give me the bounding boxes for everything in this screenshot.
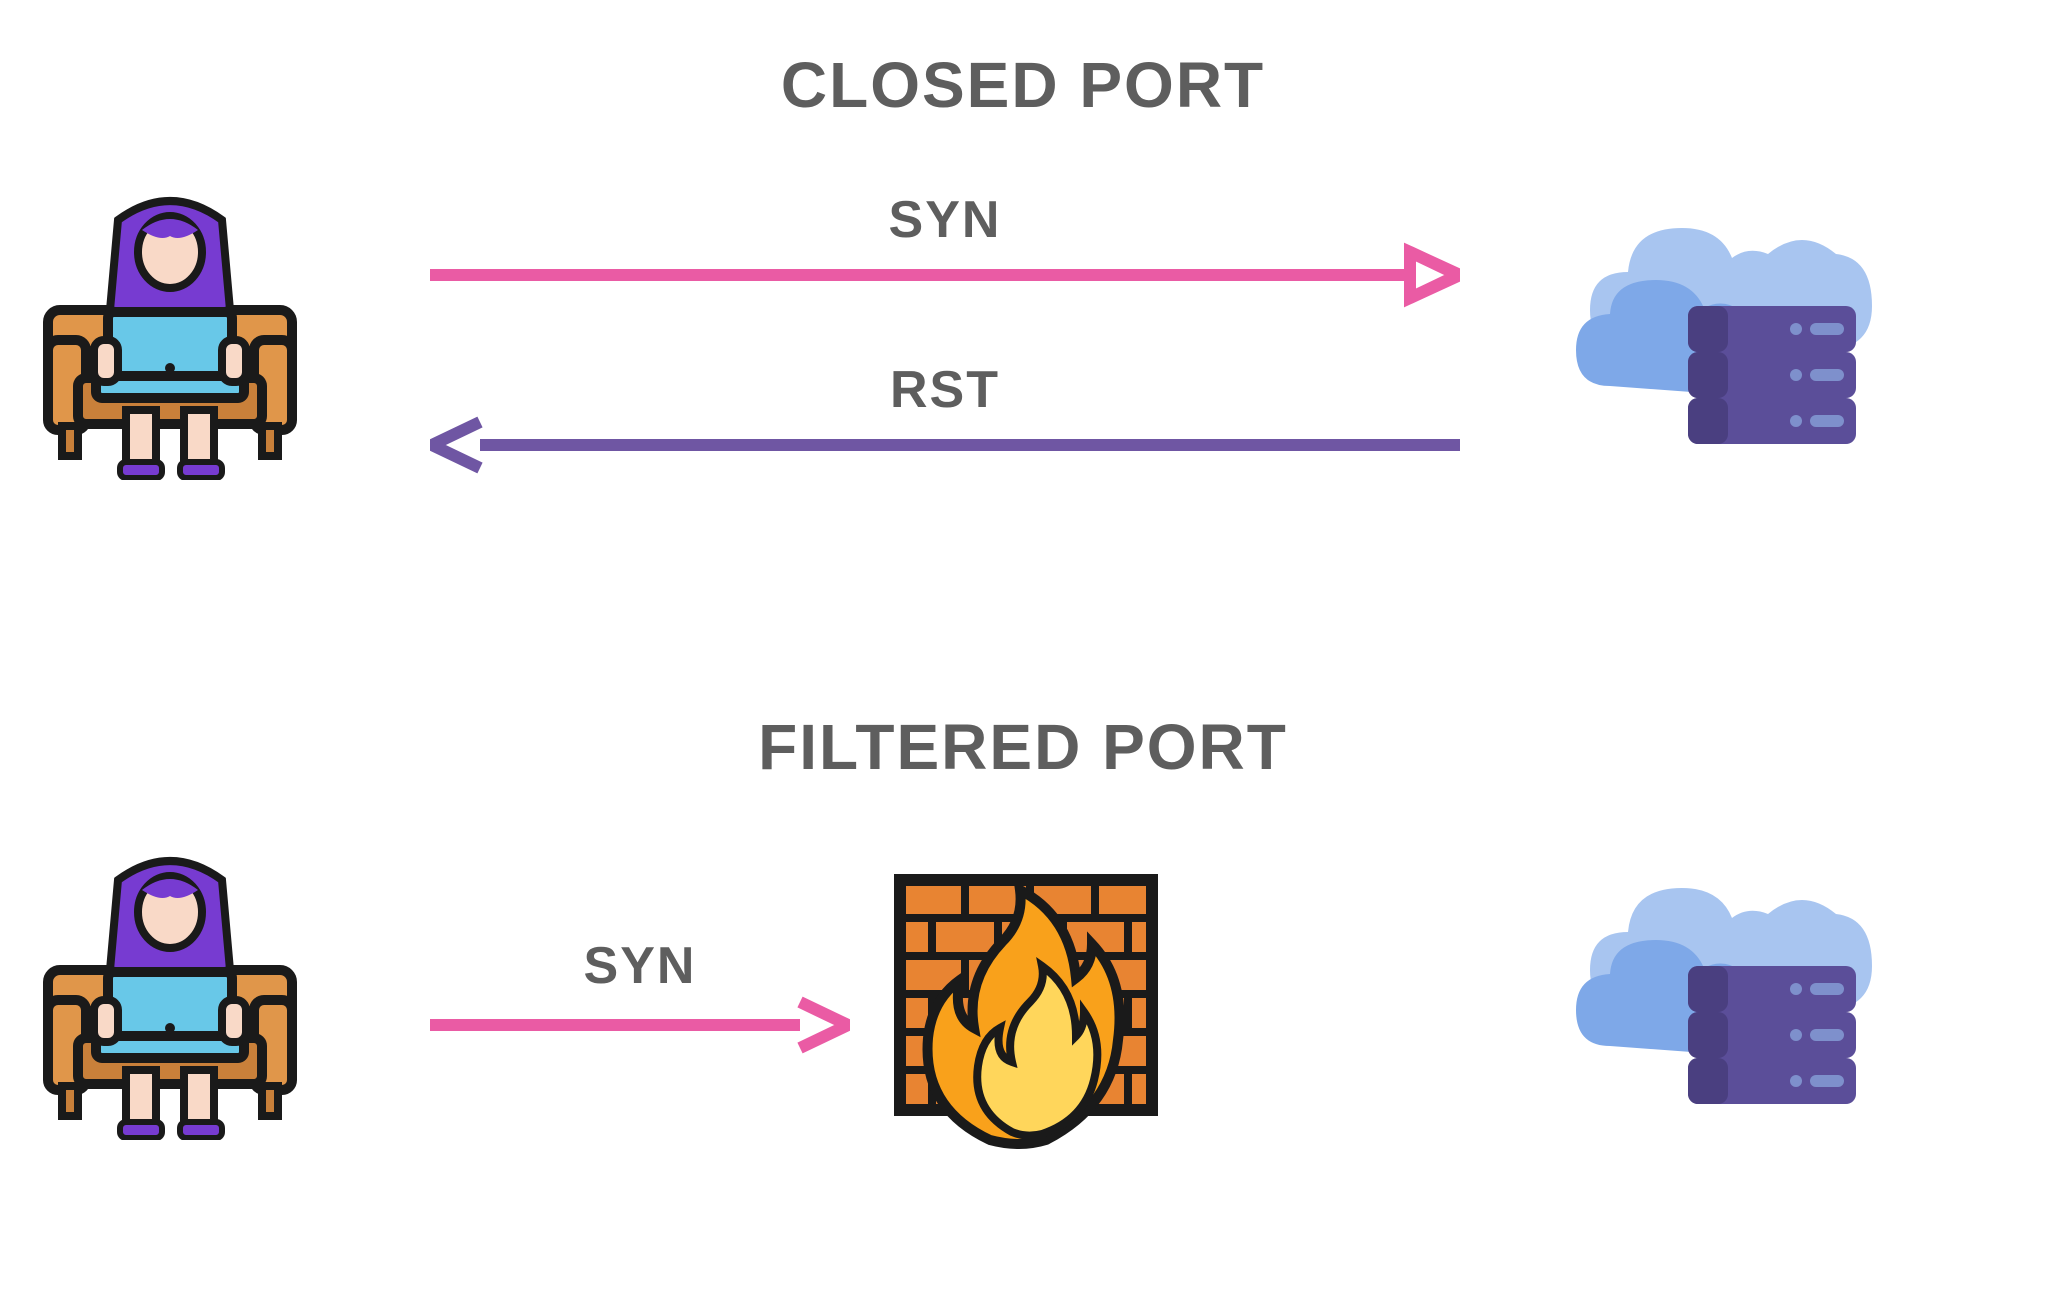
rst-arrow-closed <box>430 410 1460 480</box>
syn-arrow-closed <box>430 240 1460 310</box>
rst-label-closed: RST <box>430 360 1460 420</box>
syn-label-closed: SYN <box>430 190 1460 250</box>
cloud-server-icon <box>1570 210 1890 470</box>
firewall-icon <box>870 870 1170 1150</box>
syn-label-filtered: SYN <box>430 936 850 996</box>
filtered-port-title: FILTERED PORT <box>0 710 2046 784</box>
client-icon <box>30 190 310 480</box>
closed-port-title: CLOSED PORT <box>0 48 2046 122</box>
syn-arrow-filtered <box>430 990 850 1060</box>
cloud-server-icon <box>1570 870 1890 1130</box>
client-icon <box>30 850 310 1140</box>
